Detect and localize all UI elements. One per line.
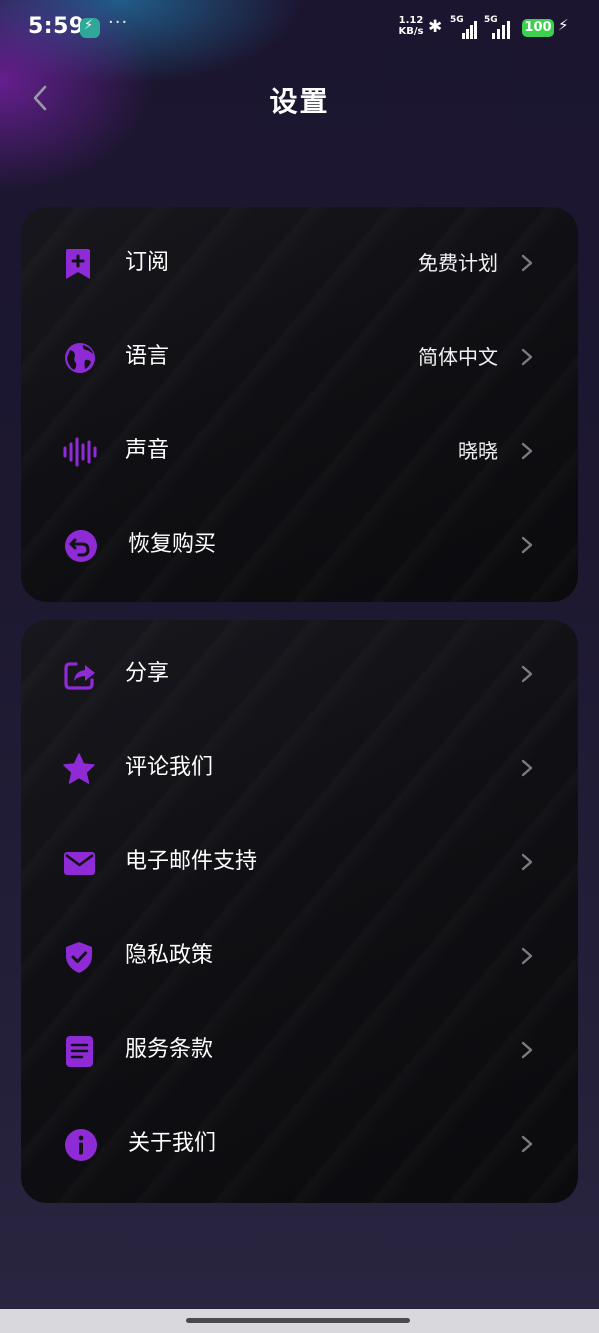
setting-label: 隐私政策 [125,943,214,968]
setting-row-language[interactable]: 语言 简体中文 [21,311,578,405]
setting-label: 恢复购买 [128,532,217,557]
home-indicator[interactable] [186,1318,410,1323]
setting-label: 声音 [125,438,170,463]
chevron-right-icon [521,1135,533,1153]
bluetooth-icon: ✱ [428,17,443,37]
status-bar: 5:59 ··· 1.12 KB/s ✱ 5G 5G 100 ⚡ [0,0,599,58]
chevron-right-icon [521,536,533,554]
network-speed-value: 1.12 [398,15,424,26]
battery-icon: 100 [522,19,554,37]
setting-row-email-support[interactable]: 电子邮件支持 [21,816,578,910]
setting-value: 简体中文 [418,345,498,369]
setting-row-review[interactable]: 评论我们 [21,722,578,816]
setting-label: 分享 [125,661,170,686]
globe-icon [65,343,95,373]
charging-icon: ⚡ [558,16,569,34]
setting-label: 关于我们 [128,1131,217,1156]
restore-icon [65,530,97,562]
signal-icon: 5G [450,15,478,39]
setting-row-share[interactable]: 分享 [21,628,578,722]
setting-value: 免费计划 [418,251,498,275]
setting-row-privacy-policy[interactable]: 隐私政策 [21,910,578,1004]
chevron-right-icon [521,853,533,871]
settings-card-support: 分享 评论我们 电子邮件支持 隐私政策 服务条款 关于我们 [21,620,578,1203]
setting-row-restore-purchase[interactable]: 恢复购买 [21,499,578,593]
bookmark-plus-icon [66,249,90,279]
setting-value: 晓晓 [458,439,498,463]
mail-icon [64,852,95,875]
network-type-label: 5G [484,15,498,25]
document-icon [66,1036,93,1067]
chevron-right-icon [521,442,533,460]
setting-row-voice[interactable]: 声音 晓晓 [21,405,578,499]
more-notifications-icon: ··· [108,12,129,33]
setting-row-terms-of-service[interactable]: 服务条款 [21,1004,578,1098]
setting-label: 服务条款 [125,1037,214,1062]
chevron-right-icon [521,759,533,777]
setting-label: 语言 [125,344,170,369]
setting-label: 订阅 [125,250,170,275]
setting-label: 电子邮件支持 [125,849,258,874]
chevron-right-icon [521,947,533,965]
chevron-right-icon [521,348,533,366]
network-speed-unit: KB/s [398,26,424,37]
chevron-right-icon [521,665,533,683]
setting-row-about-us[interactable]: 关于我们 [21,1098,578,1192]
network-speed: 1.12 KB/s [396,15,426,37]
setting-row-subscription[interactable]: 订阅 免费计划 [21,217,578,311]
chevron-right-icon [521,254,533,272]
share-icon [64,662,95,690]
info-icon [65,1129,97,1161]
security-app-icon [80,18,100,38]
status-time: 5:59 [28,14,85,39]
network-type-label: 5G [450,15,464,25]
page-title: 设置 [269,85,330,118]
star-icon [63,753,95,784]
soundwave-icon [63,437,97,467]
signal-icon: 5G [484,15,512,39]
shield-check-icon [66,942,92,973]
chevron-right-icon [521,1041,533,1059]
settings-card-account: 订阅 免费计划 语言 简体中文 声音 晓晓 恢复购买 [21,207,578,602]
setting-label: 评论我们 [125,755,214,780]
